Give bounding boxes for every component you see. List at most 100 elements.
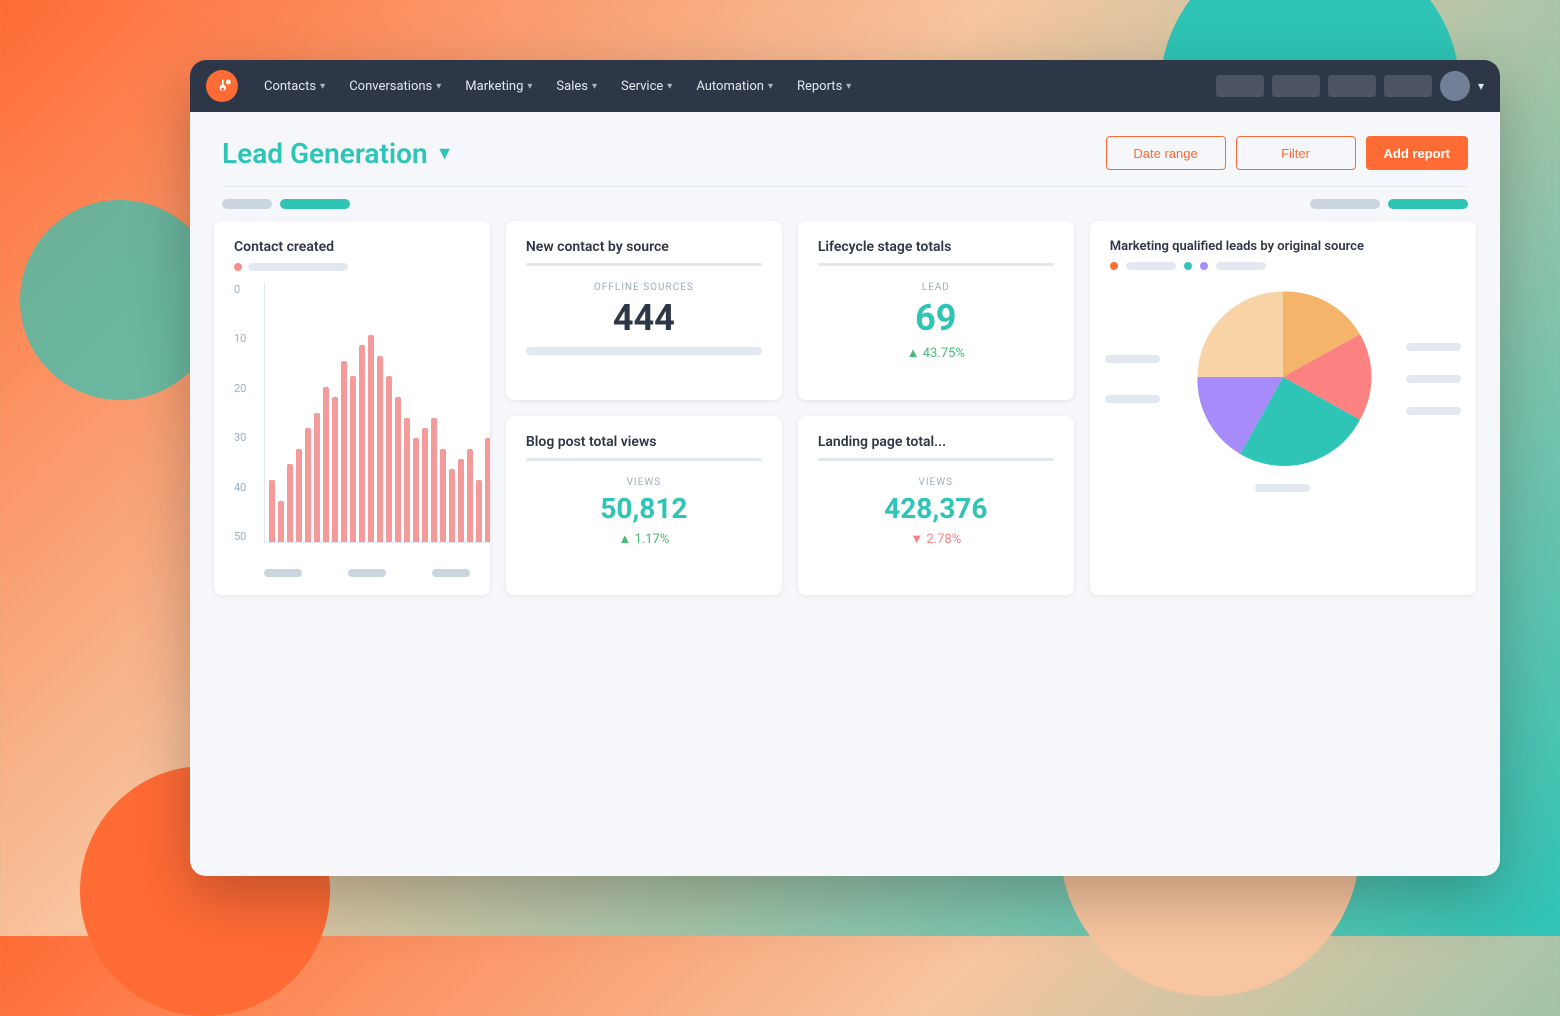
browser-window: Contacts ▾ Conversations ▾ Marketing ▾ S…: [190, 60, 1500, 876]
x-label-2: [348, 569, 386, 577]
legend-dot-purple: [1200, 262, 1208, 270]
filter-pills-left: [222, 199, 350, 209]
source-label: OFFLINE SOURCES: [526, 282, 762, 293]
nav-service[interactable]: Service ▾: [611, 73, 682, 100]
reports-chevron-icon: ▾: [846, 81, 851, 92]
bar: [386, 376, 392, 542]
navbar: Contacts ▾ Conversations ▾ Marketing ▾ S…: [190, 60, 1500, 112]
landing-divider: [818, 458, 1054, 461]
pie-label-right-1: [1406, 343, 1461, 351]
blog-metric-label: VIEWS: [526, 477, 762, 488]
page-title: Lead Generation: [222, 137, 428, 170]
bar-chart: 50 40 30 20 10 0: [234, 283, 470, 577]
conversations-chevron-icon: ▾: [436, 81, 441, 92]
nav-marketing[interactable]: Marketing ▾: [455, 73, 542, 100]
bar: [314, 413, 320, 543]
legend-dot-teal: [1184, 262, 1192, 270]
title-dropdown-icon[interactable]: ▼: [436, 143, 454, 164]
landing-value: 428,376: [818, 492, 1054, 525]
y-axis: 50 40 30 20 10 0: [234, 283, 258, 543]
filter-row: [190, 187, 1500, 221]
bar: [413, 438, 419, 542]
filter-button[interactable]: Filter: [1236, 136, 1356, 170]
lifecycle-change: ▲ 43.75%: [818, 345, 1054, 361]
bar: [395, 397, 401, 542]
dashboard-header: Lead Generation ▼ Date range Filter Add …: [190, 112, 1500, 186]
new-contact-title: New contact by source: [526, 239, 762, 255]
bar: [332, 397, 338, 542]
blog-title: Blog post total views: [526, 434, 762, 450]
pie-label-left-1: [1105, 355, 1160, 363]
x-label-3: [432, 569, 470, 577]
bar: [377, 356, 383, 542]
add-report-button[interactable]: Add report: [1366, 136, 1468, 170]
x-label-1: [264, 569, 302, 577]
mql-title: Marketing qualified leads by original so…: [1110, 239, 1456, 256]
stage-label: LEAD: [818, 282, 1054, 293]
dashboard-actions: Date range Filter Add report: [1106, 136, 1468, 170]
x-axis: [264, 569, 470, 577]
landing-title: Landing page total...: [818, 434, 1054, 450]
sales-chevron-icon: ▾: [592, 81, 597, 92]
landing-metric-label: VIEWS: [818, 477, 1054, 488]
pie-label-bottom: [1255, 484, 1310, 492]
source-value: 444: [526, 297, 762, 339]
bar: [404, 418, 410, 542]
legend-dot: [234, 263, 242, 271]
bar: [476, 480, 482, 542]
legend-label-3: [1216, 262, 1266, 270]
bar: [467, 449, 473, 542]
date-range-button[interactable]: Date range: [1106, 136, 1226, 170]
nav-settings-pill[interactable]: [1328, 75, 1376, 97]
filter-pill-active[interactable]: [280, 199, 350, 209]
service-chevron-icon: ▾: [667, 81, 672, 92]
bar: [485, 438, 490, 542]
blog-post-views-card: Blog post total views VIEWS 50,812 ▲ 1.1…: [506, 416, 782, 595]
filter-pill-right-active[interactable]: [1388, 199, 1468, 209]
user-menu-chevron-icon[interactable]: ▾: [1478, 79, 1484, 93]
blog-change: ▲ 1.17%: [526, 531, 762, 547]
automation-chevron-icon: ▾: [768, 81, 773, 92]
navbar-right: ▾: [1216, 71, 1484, 101]
landing-page-views-card: Landing page total... VIEWS 428,376 ▼ 2.…: [798, 416, 1074, 595]
nav-help-pill[interactable]: [1272, 75, 1320, 97]
bars-container: [264, 283, 490, 543]
marketing-chevron-icon: ▾: [527, 81, 532, 92]
landing-change: ▼ 2.78%: [818, 531, 1054, 547]
bar: [359, 345, 365, 542]
bar: [305, 428, 311, 542]
blog-value: 50,812: [526, 492, 762, 525]
lifecycle-stage-card: Lifecycle stage totals LEAD 69 ▲ 43.75%: [798, 221, 1074, 400]
nav-reports[interactable]: Reports ▾: [787, 73, 861, 100]
source-bar: [526, 347, 762, 355]
legend-label-1: [1126, 262, 1176, 270]
contact-created-legend: [234, 263, 470, 271]
bar: [269, 480, 275, 542]
hubspot-logo: [206, 70, 238, 102]
bar: [287, 464, 293, 542]
contact-created-card: Contact created 50 40 30 20 10 0: [214, 221, 490, 595]
user-avatar[interactable]: [1440, 71, 1470, 101]
cards-grid: Contact created 50 40 30 20 10 0: [190, 221, 1500, 619]
nav-automation[interactable]: Automation ▾: [686, 73, 783, 100]
pie-legend-row: [1110, 262, 1456, 270]
bar: [440, 449, 446, 542]
bar: [422, 428, 428, 542]
bar: [431, 418, 437, 542]
pie-chart-svg: [1188, 282, 1378, 472]
bar: [458, 459, 464, 542]
nav-notif-pill[interactable]: [1384, 75, 1432, 97]
pie-label-right-3: [1406, 407, 1461, 415]
contacts-chevron-icon: ▾: [320, 81, 325, 92]
nav-sales[interactable]: Sales ▾: [546, 73, 607, 100]
bar: [449, 469, 455, 542]
nav-contacts[interactable]: Contacts ▾: [254, 73, 335, 100]
bar: [341, 361, 347, 542]
filter-pills-right: [1310, 199, 1468, 209]
nav-conversations[interactable]: Conversations ▾: [339, 73, 451, 100]
lifecycle-title: Lifecycle stage totals: [818, 239, 1054, 255]
bar: [296, 449, 302, 542]
lifecycle-value: 69: [818, 297, 1054, 339]
blog-divider: [526, 458, 762, 461]
nav-search-pill[interactable]: [1216, 75, 1264, 97]
